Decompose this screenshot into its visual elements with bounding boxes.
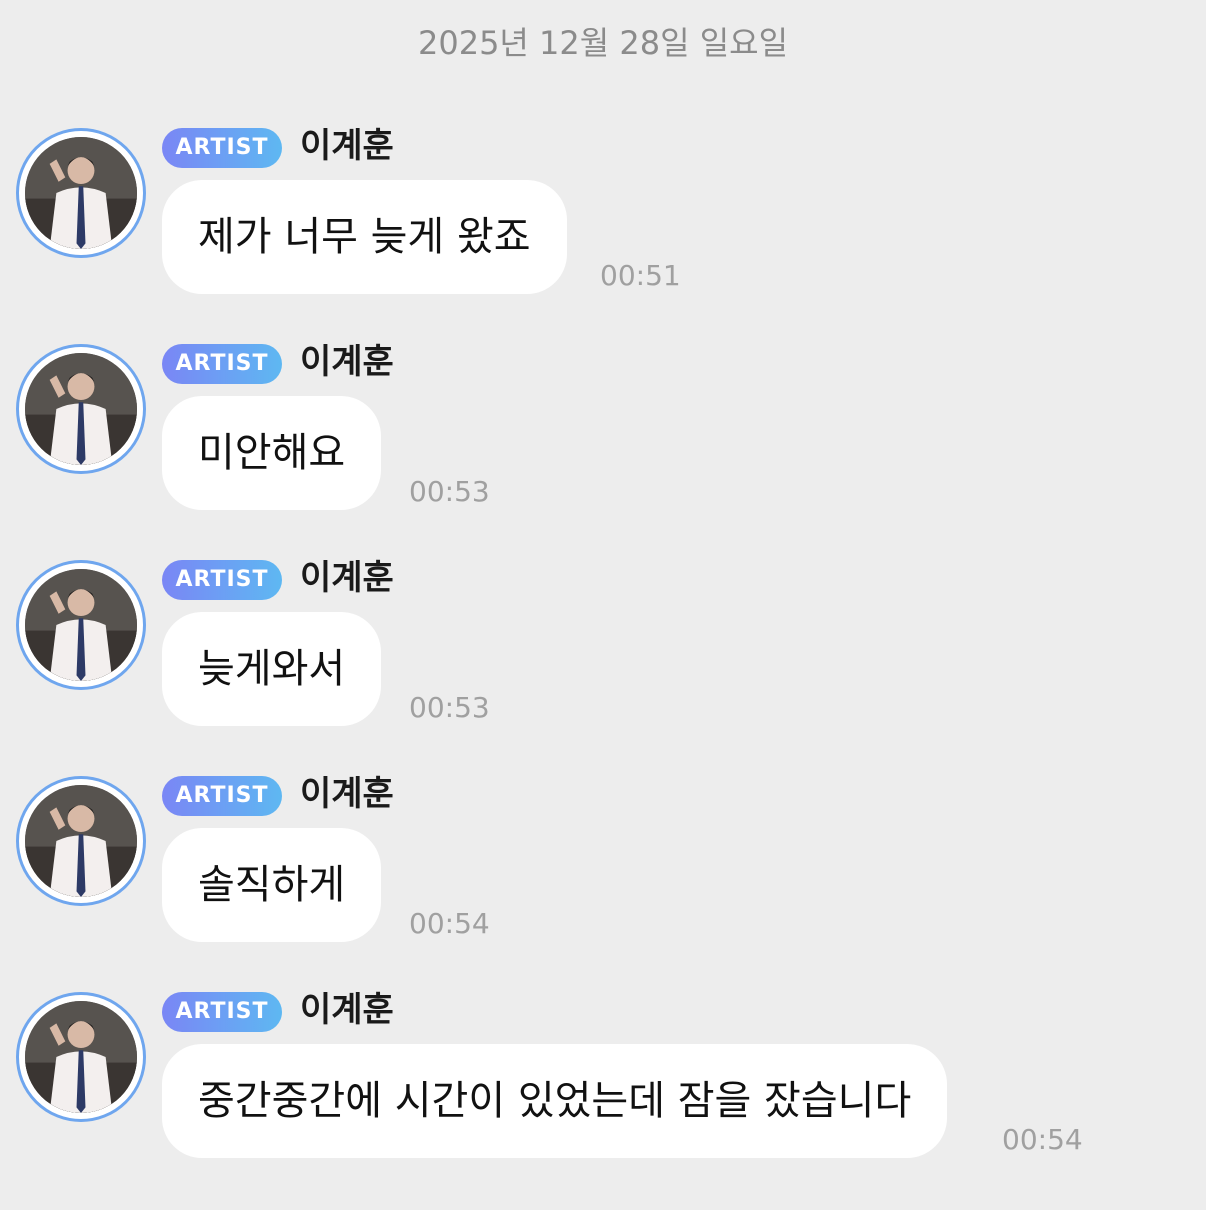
message-bubble[interactable]: 제가 너무 늦게 왔죠 (162, 180, 567, 294)
avatar[interactable] (16, 992, 146, 1122)
artist-badge: ARTIST (162, 992, 282, 1032)
message-bubble[interactable]: 미안해요 (162, 396, 382, 510)
chat-message: ARTIST 이계훈 제가 너무 늦게 왔죠 00:51 (0, 126, 1206, 328)
sender-name[interactable]: 이계훈 (300, 340, 394, 384)
message-bubble[interactable]: 중간중간에 시간이 있었는데 잠을 잤습니다 (162, 1044, 948, 1158)
artist-badge: ARTIST (162, 128, 282, 168)
artist-badge: ARTIST (162, 776, 282, 816)
avatar[interactable] (16, 776, 146, 906)
sender-name[interactable]: 이계훈 (300, 124, 394, 168)
chat-message: ARTIST 이계훈 솔직하게 00:54 (0, 774, 1206, 976)
message-bubble[interactable]: 솔직하게 (162, 828, 382, 942)
message-time: 00:54 (1002, 1123, 1083, 1156)
chat-message: ARTIST 이계훈 중간중간에 시간이 있었는데 잠을 잤습니다 00:54 (0, 990, 1206, 1192)
message-bubble[interactable]: 늦게와서 (162, 612, 382, 726)
artist-badge: ARTIST (162, 560, 282, 600)
profile-photo-icon (25, 1001, 137, 1113)
chat-message: ARTIST 이계훈 늦게와서 00:53 (0, 558, 1206, 760)
sender-name[interactable]: 이계훈 (300, 988, 394, 1032)
avatar[interactable] (16, 128, 146, 258)
sender-name[interactable]: 이계훈 (300, 556, 394, 600)
profile-photo-icon (25, 137, 137, 249)
profile-photo-icon (25, 353, 137, 465)
message-time: 00:53 (409, 475, 490, 508)
avatar[interactable] (16, 560, 146, 690)
avatar[interactable] (16, 344, 146, 474)
date-header: 2025년 12월 28일 일요일 (417, 24, 789, 62)
profile-photo-icon (25, 785, 137, 897)
profile-photo-icon (25, 569, 137, 681)
sender-name[interactable]: 이계훈 (300, 772, 394, 816)
message-time: 00:51 (600, 259, 681, 292)
chat-message: ARTIST 이계훈 미안해요 00:53 (0, 342, 1206, 544)
message-time: 00:53 (409, 691, 490, 724)
message-time: 00:54 (409, 907, 490, 940)
artist-badge: ARTIST (162, 344, 282, 384)
